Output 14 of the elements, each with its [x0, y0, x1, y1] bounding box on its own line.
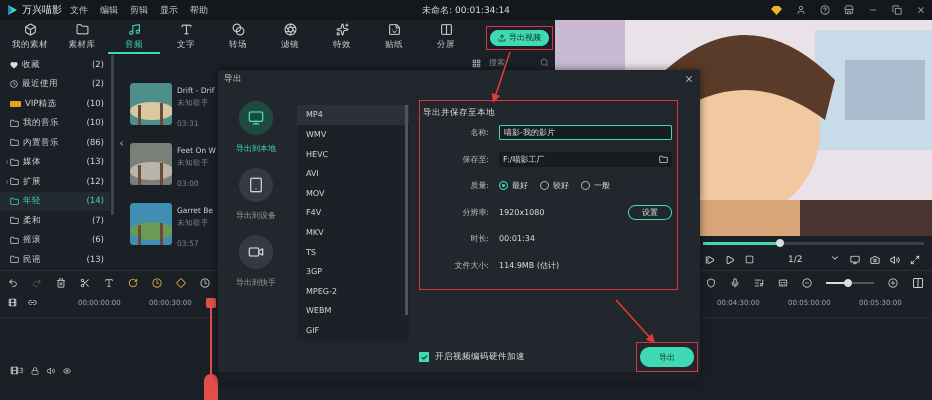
checkbox-label: 开启视频编码硬件加速	[435, 351, 525, 364]
duration-value: 00:01:34	[499, 234, 535, 244]
field-label: 名称:	[469, 126, 489, 138]
field-label: 分辨率:	[461, 206, 489, 218]
field-label: 文件大小:	[453, 260, 489, 271]
resolution-value: 1920x1080	[499, 208, 544, 217]
app-name: 万兴喵影	[22, 4, 62, 17]
dialog-title: 导出	[224, 72, 242, 85]
settings-title: 导出并保存至本地	[423, 107, 496, 120]
field-label: 质量:	[469, 180, 489, 192]
file-size-value: 114.9MB (估计)	[499, 260, 560, 271]
project-title: 未命名: 00:01:34:14	[422, 4, 510, 16]
field-label: 保存至:	[461, 154, 489, 164]
field-label: 时长:	[469, 233, 489, 244]
